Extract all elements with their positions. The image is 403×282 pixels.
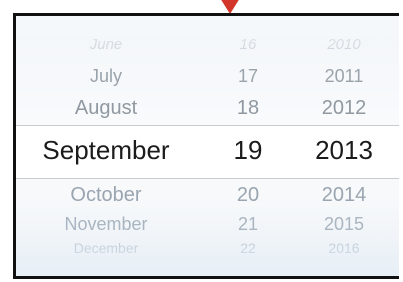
year-cell[interactable]: 2011 — [294, 66, 394, 87]
day-cell[interactable]: 18 — [218, 97, 278, 120]
day-cell[interactable]: 20 — [218, 184, 278, 207]
year-cell[interactable]: 2014 — [294, 184, 394, 207]
picker-row-october[interactable]: October 20 2014 — [16, 178, 399, 212]
picker-row-selected[interactable]: September 19 2013 — [16, 129, 399, 171]
month-cell[interactable]: August — [16, 97, 196, 120]
picker-row-december[interactable]: December 22 2016 — [16, 237, 399, 259]
picker-row-june[interactable]: June 16 2010 — [16, 34, 399, 54]
day-cell[interactable]: 22 — [218, 240, 278, 256]
year-cell[interactable]: 2010 — [294, 36, 394, 53]
picker-row-august[interactable]: August 18 2012 — [16, 93, 399, 123]
year-cell[interactable]: 2012 — [294, 97, 394, 120]
year-cell[interactable]: 2015 — [294, 214, 394, 235]
day-cell[interactable]: 21 — [218, 214, 278, 235]
selected-day[interactable]: 19 — [218, 135, 278, 166]
picker-row-november[interactable]: November 21 2015 — [16, 209, 399, 239]
selected-month[interactable]: September — [16, 135, 196, 166]
year-cell[interactable]: 2016 — [294, 240, 394, 256]
map-pin-marker — [220, 0, 240, 14]
month-cell[interactable]: December — [16, 240, 196, 256]
month-cell[interactable]: July — [16, 66, 196, 87]
month-cell[interactable]: June — [16, 36, 196, 53]
month-cell[interactable]: October — [16, 184, 196, 207]
day-cell[interactable]: 17 — [218, 66, 278, 87]
month-cell[interactable]: November — [16, 214, 196, 235]
day-cell[interactable]: 16 — [218, 36, 278, 53]
selected-year[interactable]: 2013 — [294, 135, 394, 166]
picker-row-july[interactable]: July 17 2011 — [16, 63, 399, 89]
date-picker[interactable]: June 16 2010 July 17 2011 August 18 2012… — [13, 13, 399, 279]
